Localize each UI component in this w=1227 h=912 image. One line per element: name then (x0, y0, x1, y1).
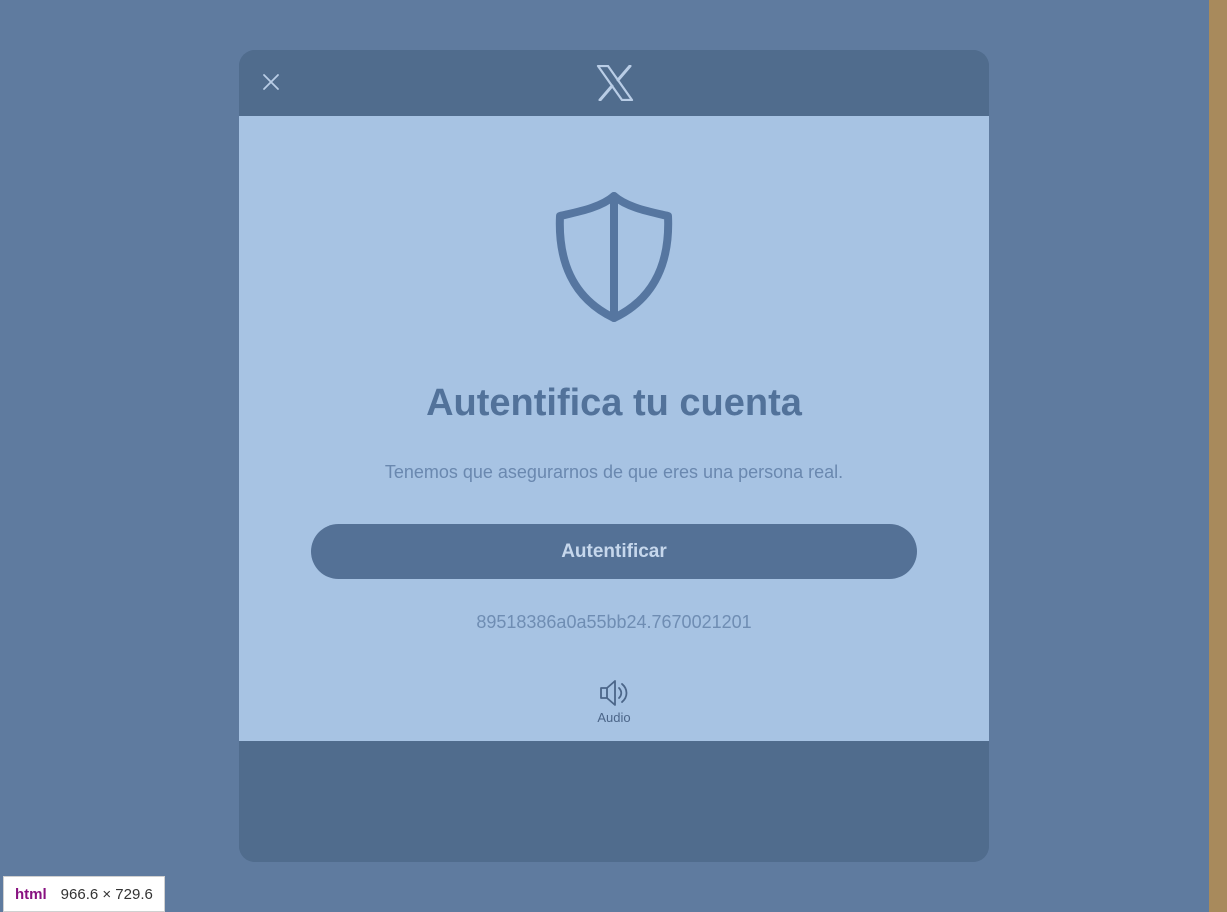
scrollbar-strip (1209, 0, 1227, 912)
badge-tag-name: html (15, 885, 47, 903)
devtools-element-badge: html 966.6 × 729.6 (3, 876, 165, 912)
subtitle-text: Tenemos que asegurarnos de que eres una … (384, 462, 844, 482)
session-id-text: 89518386a0a55bb24.7670021201 (476, 612, 752, 632)
modal-header (239, 50, 989, 116)
audio-button[interactable]: Audio (584, 678, 644, 730)
modal-footer (239, 741, 989, 862)
audio-label: Audio (597, 710, 631, 725)
close-icon[interactable] (259, 70, 283, 94)
badge-dimensions: 966.6 × 729.6 (60, 885, 153, 903)
authenticate-button[interactable]: Autentificar (311, 524, 917, 579)
x-logo-icon (596, 65, 634, 101)
authentication-modal: Autentifica tu cuenta Tenemos que asegur… (239, 50, 989, 862)
shield-icon (546, 188, 682, 324)
page-title: Autentifica tu cuenta (426, 382, 802, 424)
modal-body: Autentifica tu cuenta Tenemos que asegur… (239, 116, 989, 741)
speaker-icon (600, 680, 628, 706)
